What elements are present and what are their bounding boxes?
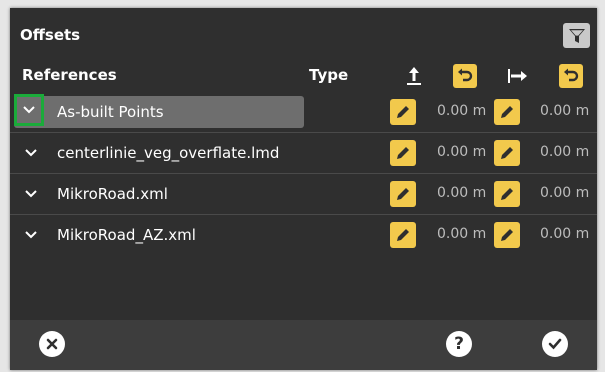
vertical-offset-value: 0.00 m: [437, 103, 487, 119]
edit-horizontal-offset-button[interactable]: [494, 140, 520, 166]
reference-label: MikroRoad.xml: [57, 185, 168, 203]
reference-row[interactable]: As-built Points 0.00 m 0.00 m: [10, 92, 597, 133]
expand-button[interactable]: [14, 94, 44, 126]
references-column-header: References: [22, 66, 117, 84]
cancel-button[interactable]: [39, 331, 65, 357]
pencil-icon: [397, 106, 409, 118]
chevron-down-icon: [25, 149, 37, 157]
pencil-icon: [501, 188, 513, 200]
type-column-header: Type: [309, 66, 349, 84]
close-icon: [46, 338, 58, 350]
title-bar: Offsets: [10, 8, 597, 62]
reference-label: MikroRoad_AZ.xml: [57, 226, 196, 244]
horizontal-offset-value: 0.00 m: [540, 226, 590, 242]
reference-label: As-built Points: [57, 103, 164, 121]
edit-vertical-offset-button[interactable]: [390, 140, 416, 166]
help-icon: ?: [454, 333, 464, 354]
reset-icon: [458, 68, 473, 82]
pencil-icon: [501, 147, 513, 159]
pencil-icon: [501, 106, 513, 118]
chevron-down-icon: [25, 231, 37, 239]
horizontal-offset-value: 0.00 m: [540, 144, 590, 160]
edit-vertical-offset-button[interactable]: [390, 181, 416, 207]
pencil-icon: [397, 229, 409, 241]
reference-row[interactable]: MikroRoad_AZ.xml 0.00 m 0.00 m: [10, 215, 597, 255]
checkmark-icon: [548, 338, 562, 350]
expand-button[interactable]: [16, 137, 46, 169]
pencil-icon: [397, 147, 409, 159]
reference-row[interactable]: MikroRoad.xml 0.00 m 0.00 m: [10, 174, 597, 215]
filter-button[interactable]: [563, 23, 590, 48]
reference-label: centerlinie_veg_overflate.lmd: [57, 144, 280, 162]
vertical-offset-value: 0.00 m: [437, 144, 487, 160]
reset-icon: [564, 68, 579, 82]
offsets-dialog: Offsets References Type As-built Points …: [10, 8, 597, 370]
horizontal-offset-value: 0.00 m: [540, 103, 590, 119]
filter-icon: [568, 28, 585, 43]
pencil-icon: [397, 188, 409, 200]
vertical-offset-value: 0.00 m: [437, 185, 487, 201]
dialog-footer: ?: [10, 320, 597, 370]
pencil-icon: [501, 229, 513, 241]
horizontal-offset-icon: [507, 65, 529, 87]
edit-vertical-offset-button[interactable]: [390, 222, 416, 248]
vertical-offset-value: 0.00 m: [437, 226, 487, 242]
expand-button[interactable]: [16, 178, 46, 210]
horizontal-offset-value: 0.00 m: [540, 185, 590, 201]
reset-vertical-button[interactable]: [453, 64, 477, 88]
reset-horizontal-button[interactable]: [559, 64, 583, 88]
dialog-title: Offsets: [20, 26, 81, 44]
edit-horizontal-offset-button[interactable]: [494, 181, 520, 207]
vertical-offset-icon: [403, 65, 425, 87]
chevron-down-icon: [23, 106, 35, 114]
expand-button[interactable]: [16, 219, 46, 251]
edit-vertical-offset-button[interactable]: [390, 99, 416, 125]
edit-horizontal-offset-button[interactable]: [494, 99, 520, 125]
reference-row[interactable]: centerlinie_veg_overflate.lmd 0.00 m 0.0…: [10, 133, 597, 174]
help-button[interactable]: ?: [446, 331, 472, 357]
confirm-button[interactable]: [542, 331, 568, 357]
chevron-down-icon: [25, 190, 37, 198]
edit-horizontal-offset-button[interactable]: [494, 222, 520, 248]
